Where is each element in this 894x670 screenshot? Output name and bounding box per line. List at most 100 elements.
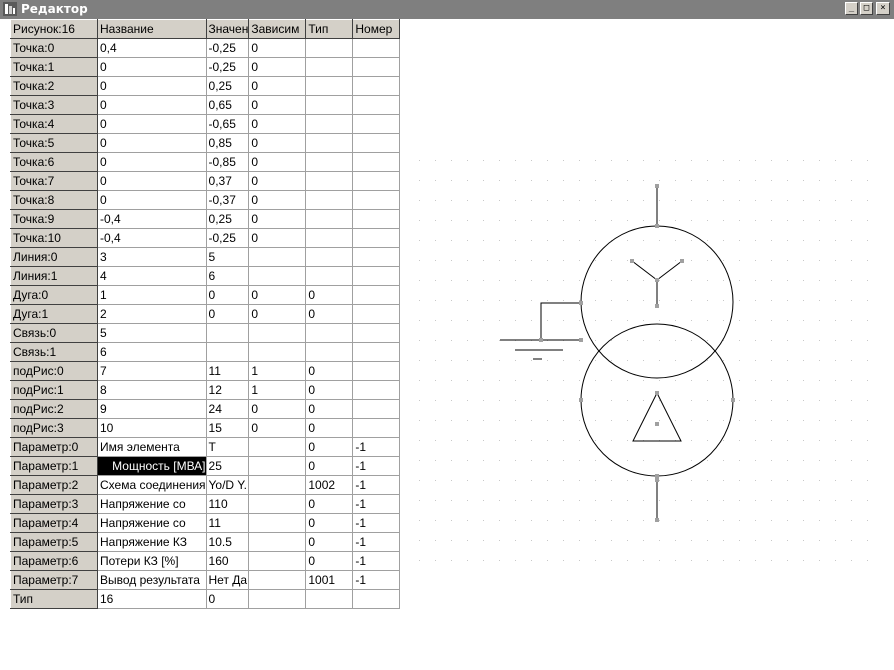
cell-dependency[interactable]: 1 xyxy=(248,361,307,381)
cell-dependency[interactable]: 0 xyxy=(248,418,307,438)
cell-value[interactable]: 0 xyxy=(206,589,250,609)
cell-number[interactable]: -1 xyxy=(352,475,401,495)
cell-name[interactable]: -0,4 xyxy=(97,228,207,248)
row-header-cell[interactable]: Параметр:1 xyxy=(10,456,98,476)
cell-name[interactable]: 0 xyxy=(97,57,207,77)
cell-type[interactable]: 0 xyxy=(305,361,354,381)
handle[interactable] xyxy=(655,304,659,308)
maximize-button[interactable]: □ xyxy=(860,2,873,15)
cell-type[interactable] xyxy=(305,114,354,134)
table-row[interactable]: Связь:1 6 xyxy=(10,342,401,362)
cell-name[interactable]: 6 xyxy=(97,342,207,362)
cell-type[interactable] xyxy=(305,76,354,96)
transformer-symbol[interactable] xyxy=(500,186,734,520)
row-header-cell[interactable]: Линия:1 xyxy=(10,266,98,286)
cell-dependency[interactable]: 0 xyxy=(248,95,307,115)
cell-dependency[interactable] xyxy=(248,247,307,267)
handle[interactable] xyxy=(731,398,735,402)
cell-dependency[interactable]: 0 xyxy=(248,133,307,153)
cell-name[interactable]: Напряжение со xyxy=(97,494,207,514)
table-row[interactable]: Точка:0 0,4 -0,25 0 xyxy=(10,38,401,58)
cell-number[interactable] xyxy=(352,589,401,609)
row-header-cell[interactable]: Параметр:6 xyxy=(10,551,98,571)
cell-number[interactable]: -1 xyxy=(352,456,401,476)
table-row[interactable]: Параметр:7 Вывод результата Нет Да 1001 -1 xyxy=(10,570,401,590)
cell-value[interactable] xyxy=(206,323,250,343)
table-row[interactable]: Параметр:3 Напряжение со 110 0 -1 xyxy=(10,494,401,514)
column-header-name[interactable]: Название xyxy=(97,19,207,39)
cell-dependency[interactable] xyxy=(248,589,307,609)
cell-dependency[interactable]: 0 xyxy=(248,171,307,191)
cell-type[interactable] xyxy=(305,152,354,172)
cell-type[interactable] xyxy=(305,589,354,609)
cell-type[interactable]: 0 xyxy=(305,437,354,457)
table-row[interactable]: Точка:6 0 -0,85 0 xyxy=(10,152,401,172)
handle[interactable] xyxy=(655,422,659,426)
cell-number[interactable] xyxy=(352,304,401,324)
table-row[interactable]: Точка:9 -0,4 0,25 0 xyxy=(10,209,401,229)
cell-number[interactable] xyxy=(352,380,401,400)
cell-number[interactable] xyxy=(352,152,401,172)
drawing-canvas[interactable] xyxy=(405,19,894,666)
cell-number[interactable] xyxy=(352,171,401,191)
cell-name[interactable]: 0 xyxy=(97,152,207,172)
cell-dependency[interactable]: 0 xyxy=(248,399,307,419)
cell-dependency[interactable] xyxy=(248,342,307,362)
row-header-cell[interactable]: Параметр:5 xyxy=(10,532,98,552)
cell-name[interactable]: Схема соединения xyxy=(97,475,207,495)
row-header-cell[interactable]: Точка:9 xyxy=(10,209,98,229)
cell-value[interactable]: 160 xyxy=(206,551,250,571)
cell-value[interactable]: 0 xyxy=(206,285,250,305)
row-header-cell[interactable]: подРис:0 xyxy=(10,361,98,381)
cell-number[interactable]: -1 xyxy=(352,570,401,590)
table-row[interactable]: Точка:10 -0,4 -0,25 0 xyxy=(10,228,401,248)
cell-type[interactable] xyxy=(305,247,354,267)
table-row[interactable]: Точка:2 0 0,25 0 xyxy=(10,76,401,96)
row-header-cell[interactable]: Параметр:3 xyxy=(10,494,98,514)
cell-value[interactable]: 25 xyxy=(206,456,250,476)
cell-type[interactable] xyxy=(305,209,354,229)
cell-value[interactable]: 0,85 xyxy=(206,133,250,153)
table-row[interactable]: Параметр:6 Потери КЗ [%] 160 0 -1 xyxy=(10,551,401,571)
cell-number[interactable] xyxy=(352,228,401,248)
cell-value[interactable]: 15 xyxy=(206,418,250,438)
cell-dependency[interactable]: 0 xyxy=(248,114,307,134)
table-row[interactable]: Связь:0 5 xyxy=(10,323,401,343)
cell-dependency[interactable] xyxy=(248,551,307,571)
table-row[interactable]: Дуга:0 1 0 0 0 xyxy=(10,285,401,305)
cell-value[interactable]: -0,25 xyxy=(206,57,250,77)
cell-dependency[interactable]: 0 xyxy=(248,228,307,248)
cell-value[interactable]: 24 xyxy=(206,399,250,419)
cell-value[interactable]: 0,65 xyxy=(206,95,250,115)
cell-name[interactable]: 0 xyxy=(97,133,207,153)
cell-value[interactable]: 0,25 xyxy=(206,76,250,96)
handle[interactable] xyxy=(655,518,659,522)
cell-value[interactable]: -0,85 xyxy=(206,152,250,172)
cell-dependency[interactable] xyxy=(248,475,307,495)
cell-value[interactable]: -0,65 xyxy=(206,114,250,134)
cell-dependency[interactable] xyxy=(248,266,307,286)
row-header-cell[interactable]: Точка:2 xyxy=(10,76,98,96)
cell-name[interactable]: 10 xyxy=(97,418,207,438)
cell-value[interactable]: -0,37 xyxy=(206,190,250,210)
cell-name[interactable]: 8 xyxy=(97,380,207,400)
cell-number[interactable] xyxy=(352,285,401,305)
row-header-cell[interactable]: Параметр:0 xyxy=(10,437,98,457)
cell-value[interactable]: 10.5 xyxy=(206,532,250,552)
column-header-value[interactable]: Значен xyxy=(205,19,250,39)
cell-number[interactable] xyxy=(352,418,401,438)
table-row[interactable]: подРис:3 10 15 0 0 xyxy=(10,418,401,438)
column-header-dependency[interactable]: Зависим xyxy=(248,19,307,39)
cell-name[interactable]: Мощность [МВА] xyxy=(97,456,207,476)
handle[interactable] xyxy=(539,338,543,342)
cell-dependency[interactable]: 0 xyxy=(248,304,307,324)
cell-name[interactable]: 3 xyxy=(97,247,207,267)
handle[interactable] xyxy=(655,478,659,482)
cell-dependency[interactable] xyxy=(248,494,307,514)
handle[interactable] xyxy=(655,278,659,282)
cell-value[interactable]: 5 xyxy=(206,247,250,267)
cell-name[interactable]: 0 xyxy=(97,95,207,115)
cell-number[interactable] xyxy=(352,76,401,96)
cell-value[interactable]: Нет Да xyxy=(206,570,250,590)
cell-value[interactable]: 6 xyxy=(206,266,250,286)
